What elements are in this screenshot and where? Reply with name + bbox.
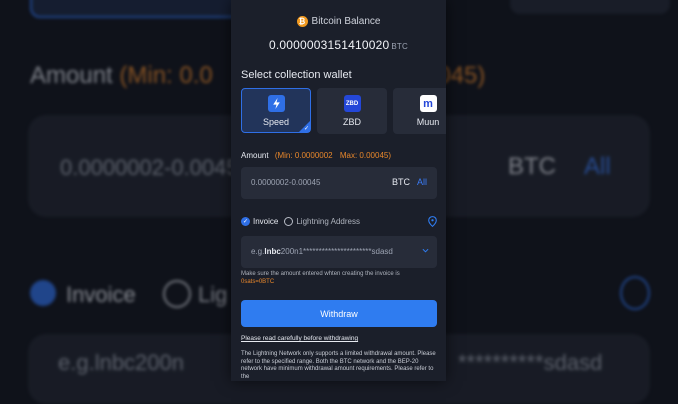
amount-placeholder: 0.0000002-0.00045: [251, 178, 321, 187]
invoice-note-warning: 0sats=0BTC: [241, 279, 275, 285]
amount-min: (Min: 0.0000002: [274, 151, 333, 160]
amount-max: Max: 0.00045): [339, 151, 392, 160]
invoice-radio-checked-icon[interactable]: ✓: [241, 217, 250, 226]
lightning-address-option-label[interactable]: Lightning Address: [296, 217, 360, 226]
amount-label: Amount: [241, 151, 269, 160]
amount-input[interactable]: 0.0000002-0.00045 BTC All: [241, 167, 437, 199]
background-amount-label: Amount (Min: 0.0 0045): [30, 62, 486, 89]
balance-header: ₿ Bitcoin Balance: [231, 16, 446, 27]
wallet-label-speed: Speed: [262, 116, 290, 127]
check-icon: ✓: [303, 126, 309, 132]
all-button[interactable]: All: [417, 177, 427, 187]
invoice-placeholder-bold: lnbc: [264, 247, 281, 256]
amount-label-row: Amount (Min: 0.0000002 Max: 0.00045): [241, 151, 391, 160]
muun-icon: m: [419, 95, 437, 112]
wallet-section-title: Select collection wallet: [241, 69, 352, 81]
background-radio-icon: [163, 280, 191, 308]
background-wallet: [510, 0, 670, 14]
invoice-placeholder: e.g.lnbc200n1**********************sdasd: [251, 247, 393, 256]
speed-lightning-icon: [267, 94, 285, 112]
wallet-option-speed[interactable]: Speed ✓: [241, 88, 311, 133]
background-check-icon: [30, 280, 56, 306]
help-pin-icon[interactable]: [428, 216, 437, 227]
withdraw-info-text: The Lightning Network only supports a li…: [241, 351, 436, 380]
invoice-input[interactable]: e.g.lnbc200n1**********************sdasd: [241, 236, 437, 268]
amount-currency: BTC: [392, 177, 410, 187]
wallet-option-zbd[interactable]: ZBD ZBD: [317, 88, 387, 134]
balance-unit: BTC: [391, 42, 408, 51]
background-invoice-label: Invoice: [66, 282, 136, 307]
invoice-placeholder-prefix: e.g.: [251, 247, 265, 256]
invoice-note: Make sure the amount entered whten creat…: [241, 270, 437, 286]
background-help-icon: [620, 276, 650, 310]
wallet-options: Speed ✓ ZBD ZBD m Muun: [241, 88, 446, 134]
invoice-placeholder-rest: 200n1**********************sdasd: [280, 247, 393, 256]
balance-amount: 0.0000003151410020: [269, 38, 390, 52]
withdraw-method-row: ✓ Invoice Lightning Address: [241, 216, 437, 227]
chevron-down-icon[interactable]: [422, 247, 429, 254]
withdraw-panel: ₿ Bitcoin Balance 0.0000003151410020 BTC …: [231, 0, 446, 381]
wallet-label-zbd: ZBD: [343, 117, 361, 127]
invoice-note-text: Make sure the amount entered whten creat…: [241, 271, 400, 277]
withdraw-button[interactable]: Withdraw: [241, 300, 437, 327]
bitcoin-icon: ₿: [296, 16, 308, 27]
background-selected-wallet: [30, 0, 244, 18]
zbd-icon: ZBD: [343, 95, 361, 112]
invoice-option-label[interactable]: Invoice: [253, 217, 278, 226]
wallet-option-muun[interactable]: m Muun: [393, 88, 446, 134]
wallet-label-muun: Muun: [416, 117, 440, 127]
read-before-withdrawing-link[interactable]: Please read carefully before withdrawing: [241, 335, 358, 342]
lightning-address-radio-icon[interactable]: [284, 217, 294, 226]
background-lightning-label: Lig: [198, 282, 228, 307]
balance-value: 0.0000003151410020 BTC: [231, 38, 446, 52]
balance-label: Bitcoin Balance: [311, 16, 381, 27]
